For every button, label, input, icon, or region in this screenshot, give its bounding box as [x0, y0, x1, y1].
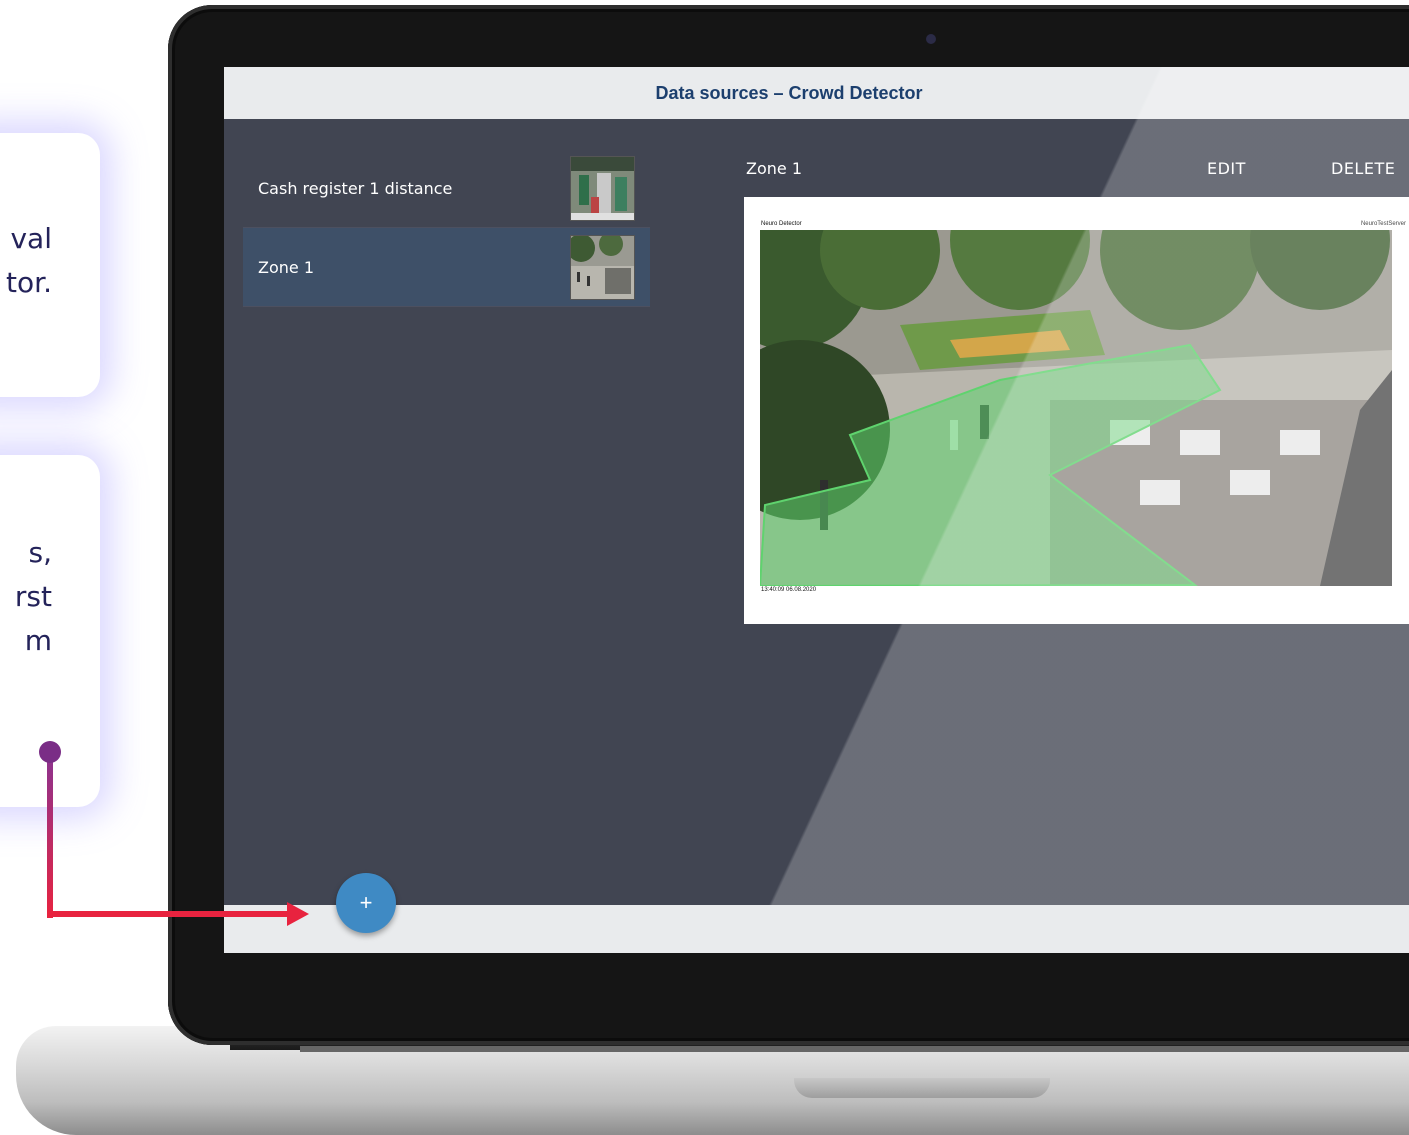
- info-callout-1: val tor.: [0, 133, 100, 397]
- edit-button[interactable]: EDIT: [1207, 159, 1246, 178]
- delete-button[interactable]: DELETE: [1331, 159, 1395, 178]
- source-name: Zone 1: [258, 257, 314, 277]
- source-name: Cash register 1 distance: [258, 178, 453, 198]
- camera-preview: Neuro Detector NeuroTestServer 13:40:09 …: [744, 197, 1409, 624]
- camera-label: Neuro Detector: [761, 221, 802, 227]
- detail-title: Zone 1: [746, 159, 802, 178]
- webcam-icon: [926, 34, 936, 44]
- camera-timestamp: 13:40:09 06.08.2020: [761, 587, 817, 593]
- connector-dot-icon: [39, 741, 61, 763]
- connector-line: [47, 752, 53, 918]
- camera-thumbnail: [570, 155, 635, 221]
- server-label: NeuroTestServer: [1360, 221, 1406, 227]
- arrow-icon: [287, 902, 309, 926]
- app-screen: Data sources – Crowd Detector Cash regis…: [224, 67, 1409, 953]
- bottom-bar: [224, 905, 1409, 953]
- callout-text: val: [10, 222, 52, 255]
- page-title: Data sources – Crowd Detector: [655, 82, 923, 103]
- callout-text: tor.: [6, 266, 52, 299]
- plus-icon: +: [359, 890, 373, 915]
- list-item[interactable]: Cash register 1 distance: [243, 149, 650, 228]
- title-bar: Data sources – Crowd Detector: [224, 67, 1409, 119]
- keyboard-edge: [300, 1046, 1409, 1052]
- list-item[interactable]: Zone 1: [243, 228, 650, 307]
- callout-text: m: [24, 624, 52, 657]
- add-source-button[interactable]: +: [336, 873, 396, 933]
- camera-snapshot: [760, 230, 1392, 586]
- connector-line: [47, 911, 295, 917]
- lid-notch: [794, 1078, 1050, 1098]
- callout-text: s,: [28, 536, 53, 569]
- data-source-list: Cash register 1 distance Zone 1: [243, 149, 650, 307]
- camera-thumbnail: [570, 234, 635, 300]
- callout-text: rst: [14, 580, 52, 613]
